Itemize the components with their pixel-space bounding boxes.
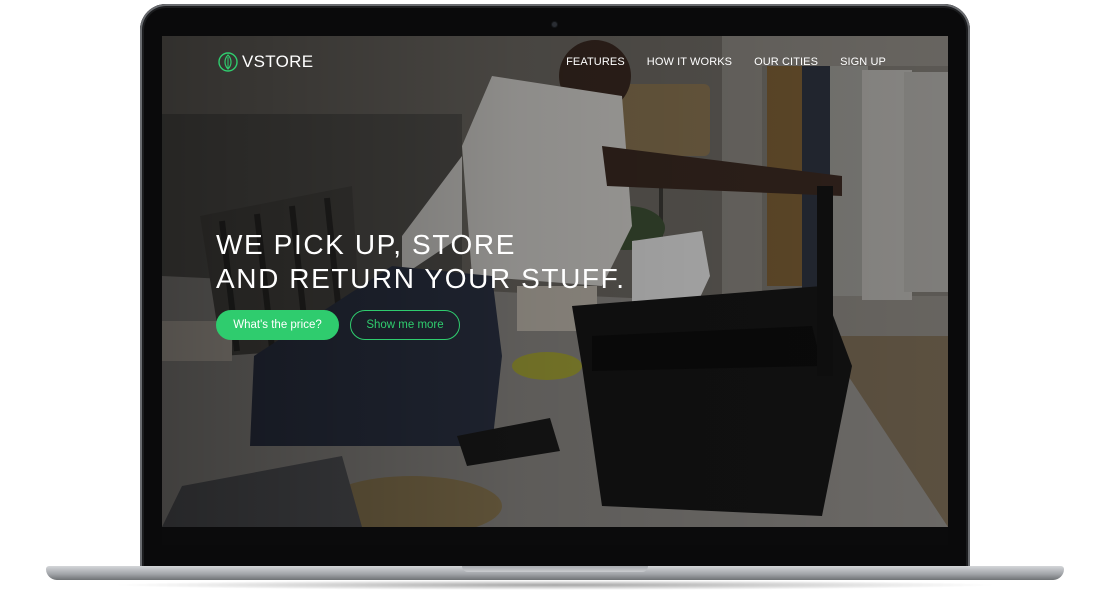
webcam-icon — [552, 22, 557, 27]
hero-headline: WE PICK UP, STORE AND RETURN YOUR STUFF. — [216, 228, 626, 296]
laptop-mockup: VSTORE FEATURES HOW IT WORKS OUR CITIES … — [0, 0, 1110, 598]
screen-bezel-bottom — [162, 527, 948, 545]
hero-headline-line-1: WE PICK UP, STORE — [216, 229, 517, 260]
brand-name: VSTORE — [242, 52, 314, 71]
laptop-opening-notch — [462, 566, 648, 572]
nav-link-how-it-works[interactable]: HOW IT WORKS — [647, 56, 732, 68]
top-navigation: VSTORE FEATURES HOW IT WORKS OUR CITIES … — [162, 36, 948, 96]
whats-the-price-button[interactable]: What's the price? — [216, 310, 339, 340]
nav-link-features[interactable]: FEATURES — [566, 56, 625, 68]
show-me-more-button[interactable]: Show me more — [350, 310, 460, 340]
nav-link-our-cities[interactable]: OUR CITIES — [754, 56, 818, 68]
website-screen: VSTORE FEATURES HOW IT WORKS OUR CITIES … — [162, 36, 948, 527]
hero-headline-line-2: AND RETURN YOUR STUFF. — [216, 263, 626, 294]
brand-logo[interactable]: VSTORE — [218, 52, 313, 72]
nav-links: FEATURES HOW IT WORKS OUR CITIES SIGN UP — [566, 56, 886, 68]
nav-link-sign-up[interactable]: SIGN UP — [840, 56, 886, 68]
leaf-emblem-icon — [218, 52, 238, 72]
laptop-shadow — [110, 580, 1000, 590]
